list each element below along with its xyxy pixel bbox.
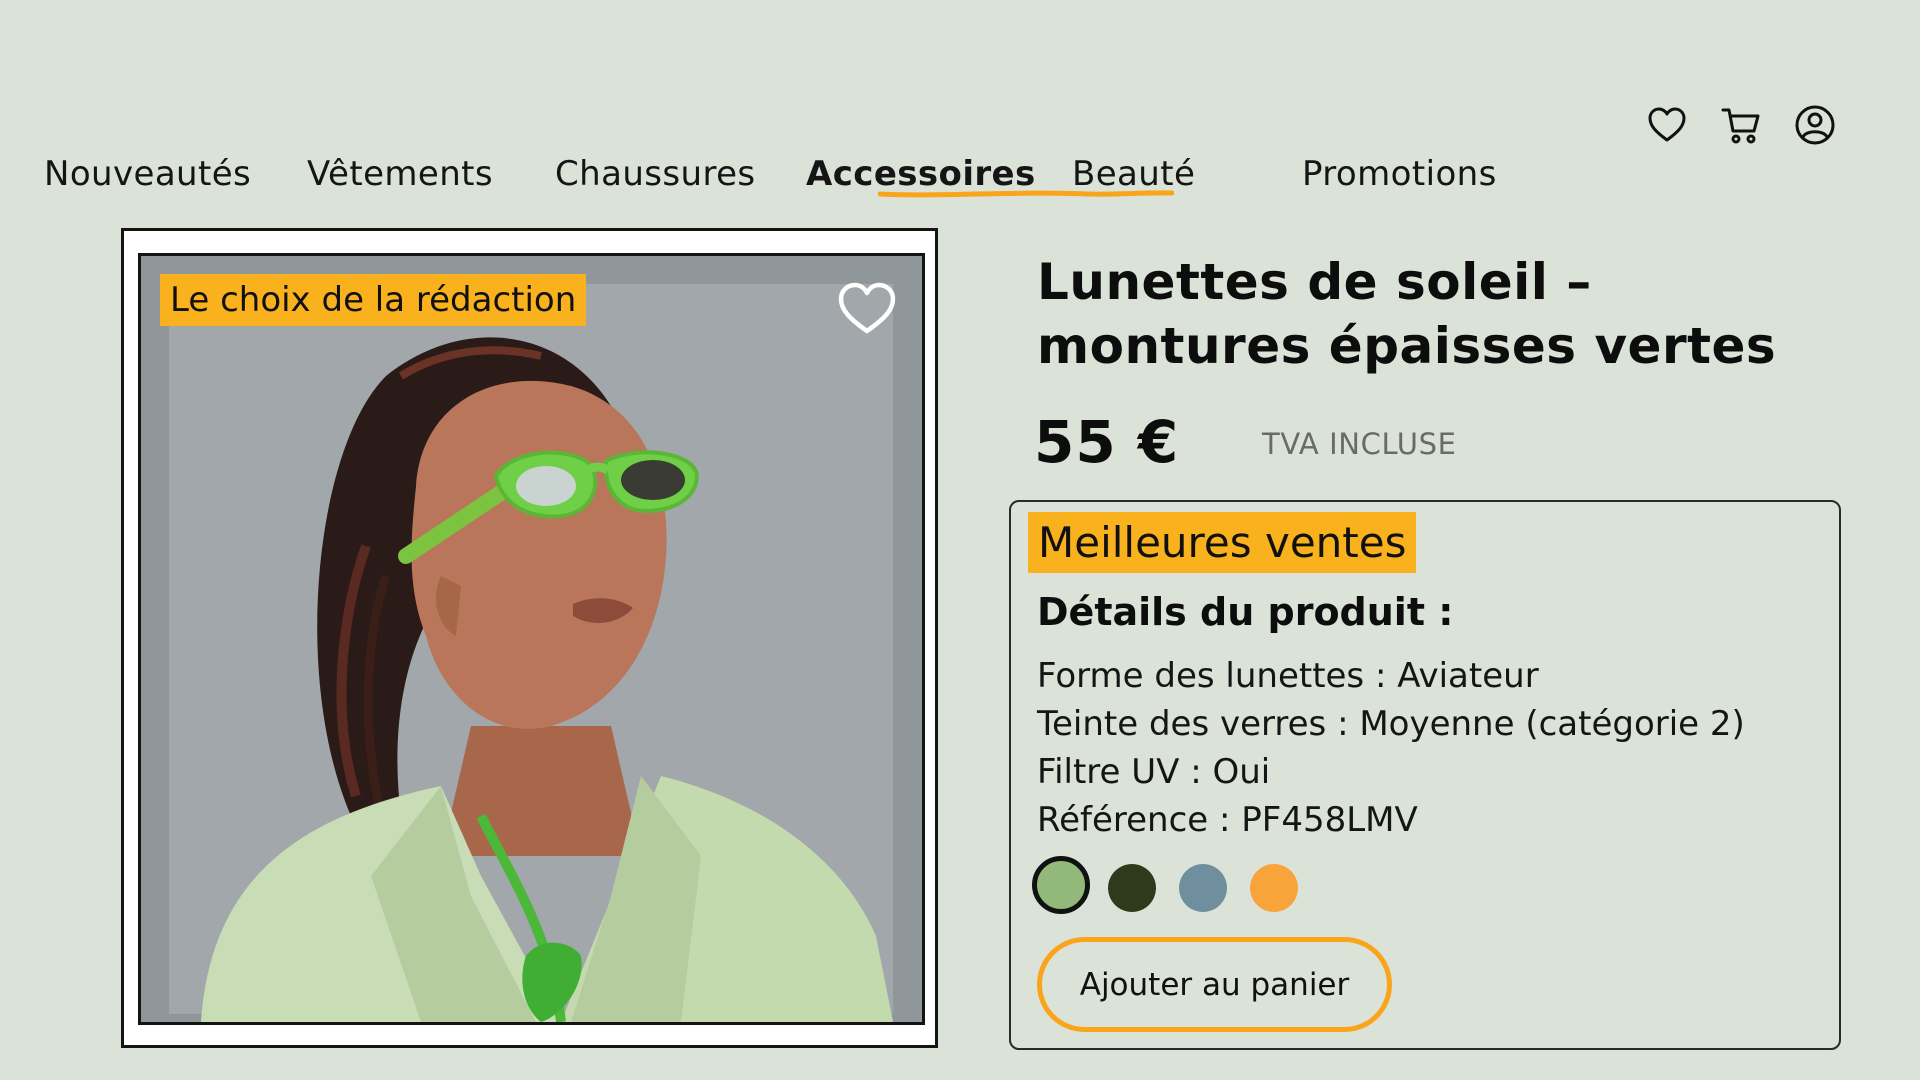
nav-item-vetements[interactable]: Vêtements <box>307 154 493 194</box>
details-heading: Détails du produit : <box>1037 590 1454 634</box>
color-swatch-dark-olive[interactable] <box>1108 863 1156 912</box>
product-image[interactable] <box>138 253 925 1025</box>
tax-note: TVA INCLUSE <box>1262 427 1457 461</box>
color-swatch-light-green[interactable] <box>1032 856 1090 914</box>
detail-shape: Forme des lunettes : Aviateur <box>1037 656 1539 696</box>
model-photo <box>141 256 922 1022</box>
bestseller-badge: Meilleures ventes <box>1028 512 1417 573</box>
details-list: Forme des lunettes : Aviateur Teinte des… <box>1037 652 1745 844</box>
product-title-line-2: montures épaisses vertes <box>1037 317 1777 375</box>
color-swatches <box>1032 856 1298 914</box>
product-title-line-1: Lunettes de soleil – <box>1037 253 1592 311</box>
nav-item-chaussures[interactable]: Chaussures <box>555 154 756 194</box>
nav-item-promotions[interactable]: Promotions <box>1302 154 1497 194</box>
heart-icon[interactable] <box>1646 104 1688 146</box>
editor-choice-badge: Le choix de la rédaction <box>160 274 587 326</box>
detail-reference: Référence : PF458LMV <box>1037 800 1418 840</box>
nav-item-nouveautes[interactable]: Nouveautés <box>44 154 251 194</box>
user-icon[interactable] <box>1794 104 1836 146</box>
color-swatch-orange[interactable] <box>1250 863 1298 912</box>
detail-uv-filter: Filtre UV : Oui <box>1037 752 1271 792</box>
product-price: 55 € <box>1034 408 1180 476</box>
product-title: Lunettes de soleil – montures épaisses v… <box>1037 250 1857 378</box>
detail-lens-tint: Teinte des verres : Moyenne (catégorie 2… <box>1037 704 1745 744</box>
color-swatch-slate-blue[interactable] <box>1179 863 1227 912</box>
add-to-cart-button[interactable]: Ajouter au panier <box>1037 937 1392 1032</box>
header-icons <box>1646 104 1836 146</box>
active-nav-underline <box>878 190 1174 198</box>
cart-icon[interactable] <box>1720 104 1762 146</box>
wishlist-heart-icon[interactable] <box>836 280 898 336</box>
